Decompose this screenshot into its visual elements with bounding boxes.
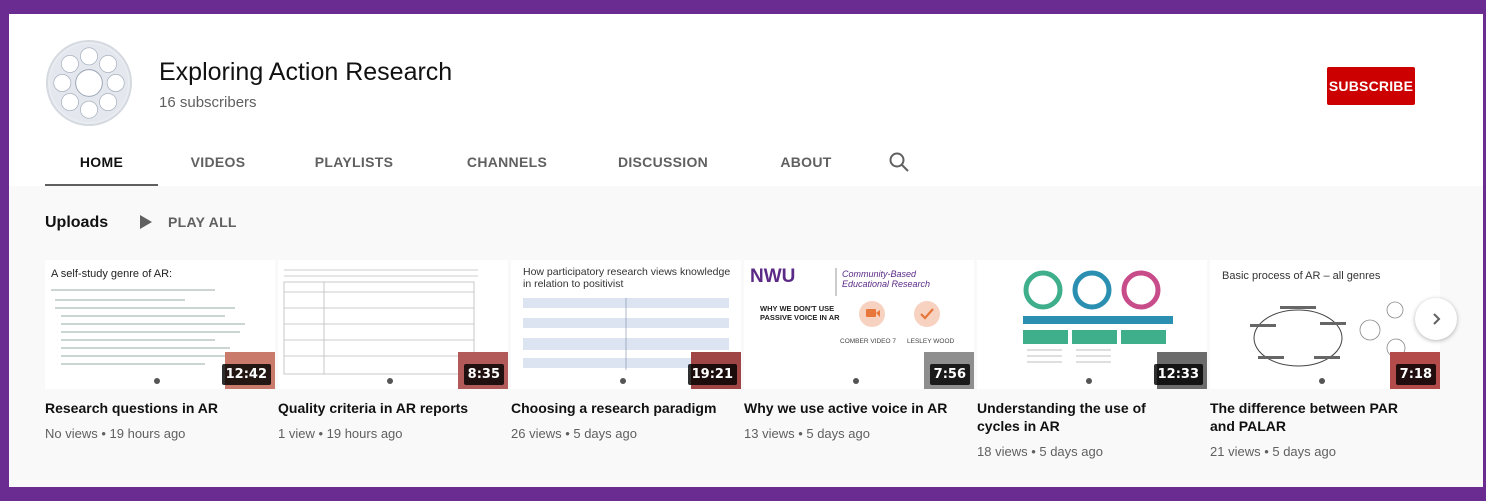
channel-header: Exploring Action Research 16 subscribers… bbox=[9, 14, 1483, 186]
home-content: Uploads PLAY ALL A self-study genre of A… bbox=[9, 186, 1483, 487]
thumbnail-heading: How participatory research views knowled… bbox=[523, 266, 731, 290]
duration-badge: 7:56 bbox=[929, 364, 970, 385]
video-thumbnail[interactable]: How participatory research views knowled… bbox=[511, 260, 741, 389]
play-icon bbox=[140, 215, 152, 229]
video-title[interactable]: Quality criteria in AR reports bbox=[278, 399, 488, 417]
video-card[interactable]: Basic process of AR – all genres 7:18 Th… bbox=[1210, 260, 1440, 459]
video-title[interactable]: Understanding the use of cycles in AR bbox=[977, 399, 1187, 435]
duration-badge: 12:33 bbox=[1153, 364, 1203, 385]
channel-avatar[interactable] bbox=[46, 40, 132, 126]
tab-discussion[interactable]: DISCUSSION bbox=[598, 138, 728, 186]
video-title[interactable]: Research questions in AR bbox=[45, 399, 255, 417]
video-card[interactable]: A self-study genre of AR: 12:42 Research… bbox=[45, 260, 275, 441]
video-thumbnail[interactable]: A self-study genre of AR: 12:42 bbox=[45, 260, 275, 389]
shelf-title: Uploads bbox=[45, 214, 109, 231]
duration-badge: 8:35 bbox=[463, 364, 504, 385]
thumbnail-heading: WHY WE DON'T USE PASSIVE VOICE IN AR bbox=[760, 304, 840, 322]
video-card[interactable]: 12:33 Understanding the use of cycles in… bbox=[977, 260, 1207, 459]
thumbnail-name: LESLEY WOOD bbox=[907, 338, 955, 345]
tab-videos[interactable]: VIDEOS bbox=[175, 138, 261, 186]
chevron-right-icon bbox=[1433, 313, 1441, 325]
video-meta: 18 views • 5 days ago bbox=[977, 444, 1103, 459]
subscriber-count: 16 subscribers bbox=[159, 94, 257, 111]
video-thumbnail[interactable]: 12:33 bbox=[977, 260, 1207, 389]
video-meta: 13 views • 5 days ago bbox=[744, 426, 870, 441]
duration-badge: 19:21 bbox=[687, 364, 737, 385]
play-all-button[interactable]: PLAY ALL bbox=[139, 214, 237, 230]
duration-badge: 7:18 bbox=[1395, 364, 1436, 385]
video-title[interactable]: The difference between PAR and PALAR bbox=[1210, 399, 1420, 435]
tab-about[interactable]: ABOUT bbox=[762, 138, 850, 186]
tab-playlists[interactable]: PLAYLISTS bbox=[298, 138, 410, 186]
channel-name: Exploring Action Research bbox=[159, 58, 453, 86]
tab-home[interactable]: HOME bbox=[45, 138, 158, 186]
thumbnail-heading: A self-study genre of AR: bbox=[51, 268, 173, 280]
video-meta: 26 views • 5 days ago bbox=[511, 426, 637, 441]
search-icon[interactable] bbox=[887, 150, 911, 174]
video-title[interactable]: Choosing a research paradigm bbox=[511, 399, 721, 417]
video-thumbnail[interactable]: 8:35 bbox=[278, 260, 508, 389]
tab-channels[interactable]: CHANNELS bbox=[449, 138, 565, 186]
video-card[interactable]: 8:35 Quality criteria in AR reports 1 vi… bbox=[278, 260, 508, 441]
thumbnail-heading: Basic process of AR – all genres bbox=[1222, 270, 1381, 282]
thumbnail-tag: Community-Based Educational Research bbox=[842, 269, 931, 289]
shelf-next-button[interactable] bbox=[1415, 298, 1457, 340]
video-meta: No views • 19 hours ago bbox=[45, 426, 186, 441]
video-thumbnail[interactable]: NWU Community-Based Educational Research… bbox=[744, 260, 974, 389]
duration-badge: 12:42 bbox=[221, 364, 271, 385]
video-card[interactable]: NWU Community-Based Educational Research… bbox=[744, 260, 974, 441]
thumbnail-name: COMBER VIDEO 7 bbox=[840, 338, 896, 345]
subscribe-button[interactable]: SUBSCRIBE bbox=[1327, 67, 1415, 105]
video-title[interactable]: Why we use active voice in AR bbox=[744, 399, 954, 417]
play-all-label: PLAY ALL bbox=[168, 214, 237, 230]
nwu-logo: NWU bbox=[750, 266, 796, 287]
video-card[interactable]: How participatory research views knowled… bbox=[511, 260, 741, 441]
video-thumbnail[interactable]: Basic process of AR – all genres 7:18 bbox=[1210, 260, 1440, 389]
video-meta: 21 views • 5 days ago bbox=[1210, 444, 1336, 459]
video-meta: 1 view • 19 hours ago bbox=[278, 426, 403, 441]
channel-page: Exploring Action Research 16 subscribers… bbox=[9, 14, 1483, 487]
